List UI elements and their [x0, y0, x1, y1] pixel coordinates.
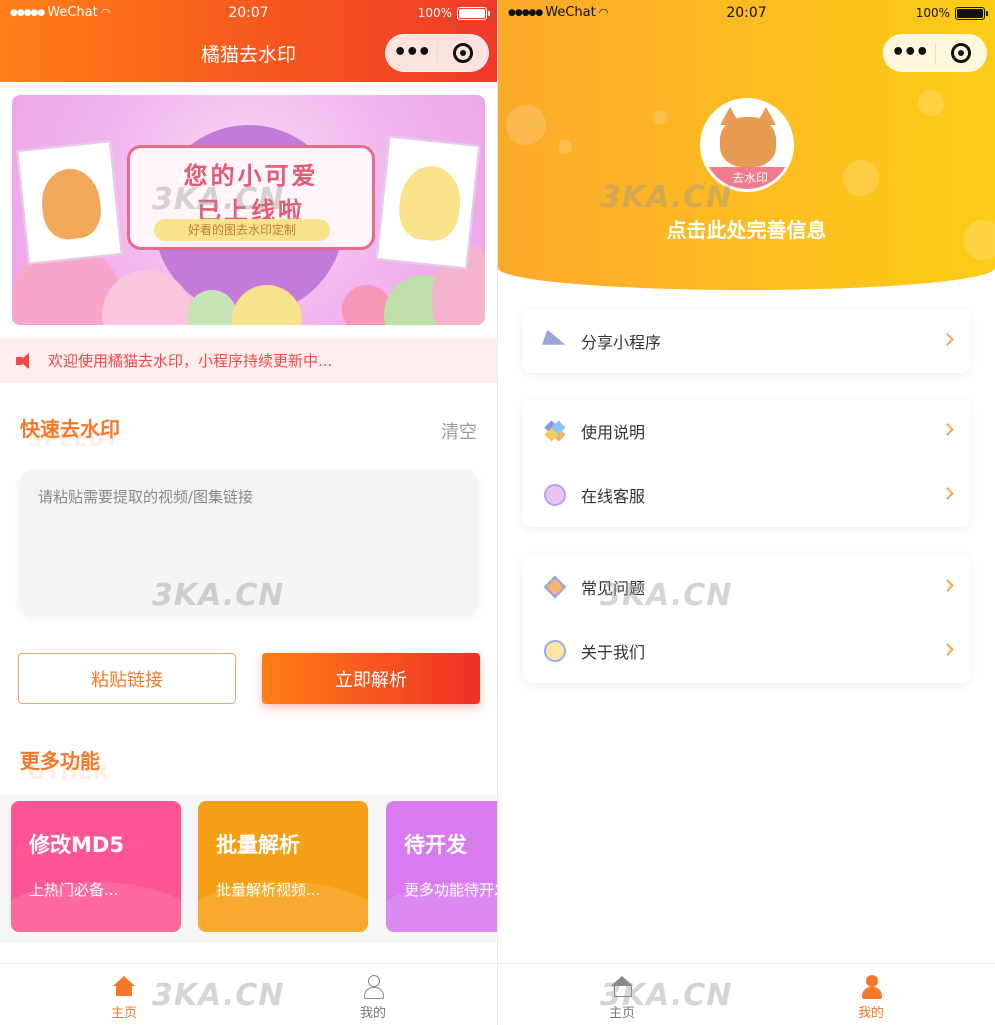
- home-screen: ●●●●● WeChat ◠ 20:07 100% 橘猫去水印 ••• 您的小可爱 …: [0, 0, 497, 1025]
- feature-cards: 修改MD5 上热门必备... 批量解析 批量解析视频... 待开发 更多功能待开…: [0, 795, 497, 943]
- watermark: 3KA.CN: [152, 578, 285, 613]
- section-title-more: 更多功能: [20, 749, 100, 773]
- parse-button[interactable]: 立即解析: [262, 653, 480, 704]
- clear-button[interactable]: 清空: [441, 418, 477, 444]
- tab-home[interactable]: 主页: [94, 974, 154, 1021]
- profile-prompt[interactable]: 点击此处完善信息: [498, 214, 995, 243]
- close-target-icon[interactable]: [437, 43, 488, 63]
- notice-bar: 欢迎使用橘猫去水印，小程序持续更新中...: [0, 338, 497, 383]
- battery-percent: 100%: [915, 6, 950, 20]
- watermark: 3KA.CN: [600, 578, 733, 613]
- watermark: 3KA.CN: [152, 182, 285, 217]
- card-pending[interactable]: 待开发 更多功能待开发: [386, 801, 497, 932]
- menu-group-help: 使用说明 在线客服: [523, 399, 970, 527]
- miniprogram-capsule: •••: [883, 34, 987, 72]
- status-bar: ●●●●● WeChat ◠ 20:07 100%: [498, 0, 995, 28]
- chevron-right-icon: [941, 423, 954, 436]
- card-title: 待开发: [404, 833, 467, 857]
- card-batch[interactable]: 批量解析 批量解析视频...: [198, 801, 368, 932]
- menu-item-label: 分享小程序: [581, 333, 662, 352]
- more-icon[interactable]: •••: [386, 34, 437, 72]
- user-icon: [861, 975, 882, 999]
- tab-label: 主页: [110, 1006, 137, 1021]
- watermark: 3KA.CN: [152, 978, 285, 1013]
- menu-item-about[interactable]: 关于我们: [523, 619, 970, 683]
- avatar[interactable]: 去水印: [700, 98, 794, 192]
- chevron-right-icon: [941, 333, 954, 346]
- card-md5[interactable]: 修改MD5 上热门必备...: [11, 801, 181, 932]
- tab-bar: 主页 我的: [498, 963, 995, 1025]
- menu-item-faq[interactable]: 常见问题: [523, 555, 970, 619]
- close-target-icon[interactable]: [935, 43, 986, 63]
- customer-service-icon: [544, 484, 566, 506]
- menu-item-label: 关于我们: [581, 643, 646, 662]
- battery-icon: [457, 6, 490, 20]
- profile-screen: ●●●●● WeChat ◠ 20:07 100% ••• 去水印 点击此处完善信息…: [498, 0, 995, 1025]
- speaker-icon: [16, 352, 36, 369]
- card-title: 批量解析: [216, 833, 300, 857]
- tab-label: 我的: [857, 1006, 884, 1021]
- chevron-right-icon: [941, 579, 954, 592]
- menu-group-info: 常见问题 关于我们: [523, 555, 970, 683]
- chevron-right-icon: [941, 643, 954, 656]
- paste-link-button[interactable]: 粘贴链接: [18, 653, 236, 704]
- watermark: 3KA.CN: [600, 978, 733, 1013]
- banner-tagline: 好看的图去水印定制: [154, 219, 330, 241]
- tab-mine[interactable]: 我的: [343, 974, 403, 1021]
- battery-percent: 100%: [417, 6, 452, 20]
- pinwheel-icon: [545, 421, 565, 441]
- watermark: 3KA.CN: [600, 180, 733, 215]
- tab-mine[interactable]: 我的: [841, 974, 901, 1021]
- home-icon: [113, 976, 135, 996]
- menu-group-share: 分享小程序: [523, 309, 970, 373]
- menu-item-share[interactable]: 分享小程序: [523, 309, 970, 373]
- menu-item-guide[interactable]: 使用说明: [523, 399, 970, 463]
- more-icon[interactable]: •••: [884, 34, 935, 72]
- chevron-right-icon: [941, 487, 954, 500]
- tab-label: 我的: [359, 1006, 386, 1021]
- notice-text: 欢迎使用橘猫去水印，小程序持续更新中...: [48, 352, 333, 370]
- paper-plane-icon: [541, 329, 569, 353]
- section-title-quick: 快速去水印: [20, 417, 120, 441]
- battery-icon: [955, 6, 988, 20]
- menu-item-service[interactable]: 在线客服: [523, 463, 970, 527]
- miniprogram-capsule: •••: [385, 34, 489, 72]
- menu-item-label: 使用说明: [581, 423, 646, 442]
- cat-illustration: [375, 135, 481, 270]
- user-icon: [363, 975, 384, 999]
- menu-item-label: 在线客服: [581, 487, 646, 506]
- kite-icon: [543, 575, 567, 599]
- about-icon: [544, 640, 566, 662]
- status-bar: ●●●●● WeChat ◠ 20:07 100%: [0, 0, 497, 28]
- card-title: 修改MD5: [29, 833, 124, 857]
- dog-illustration: [16, 140, 123, 265]
